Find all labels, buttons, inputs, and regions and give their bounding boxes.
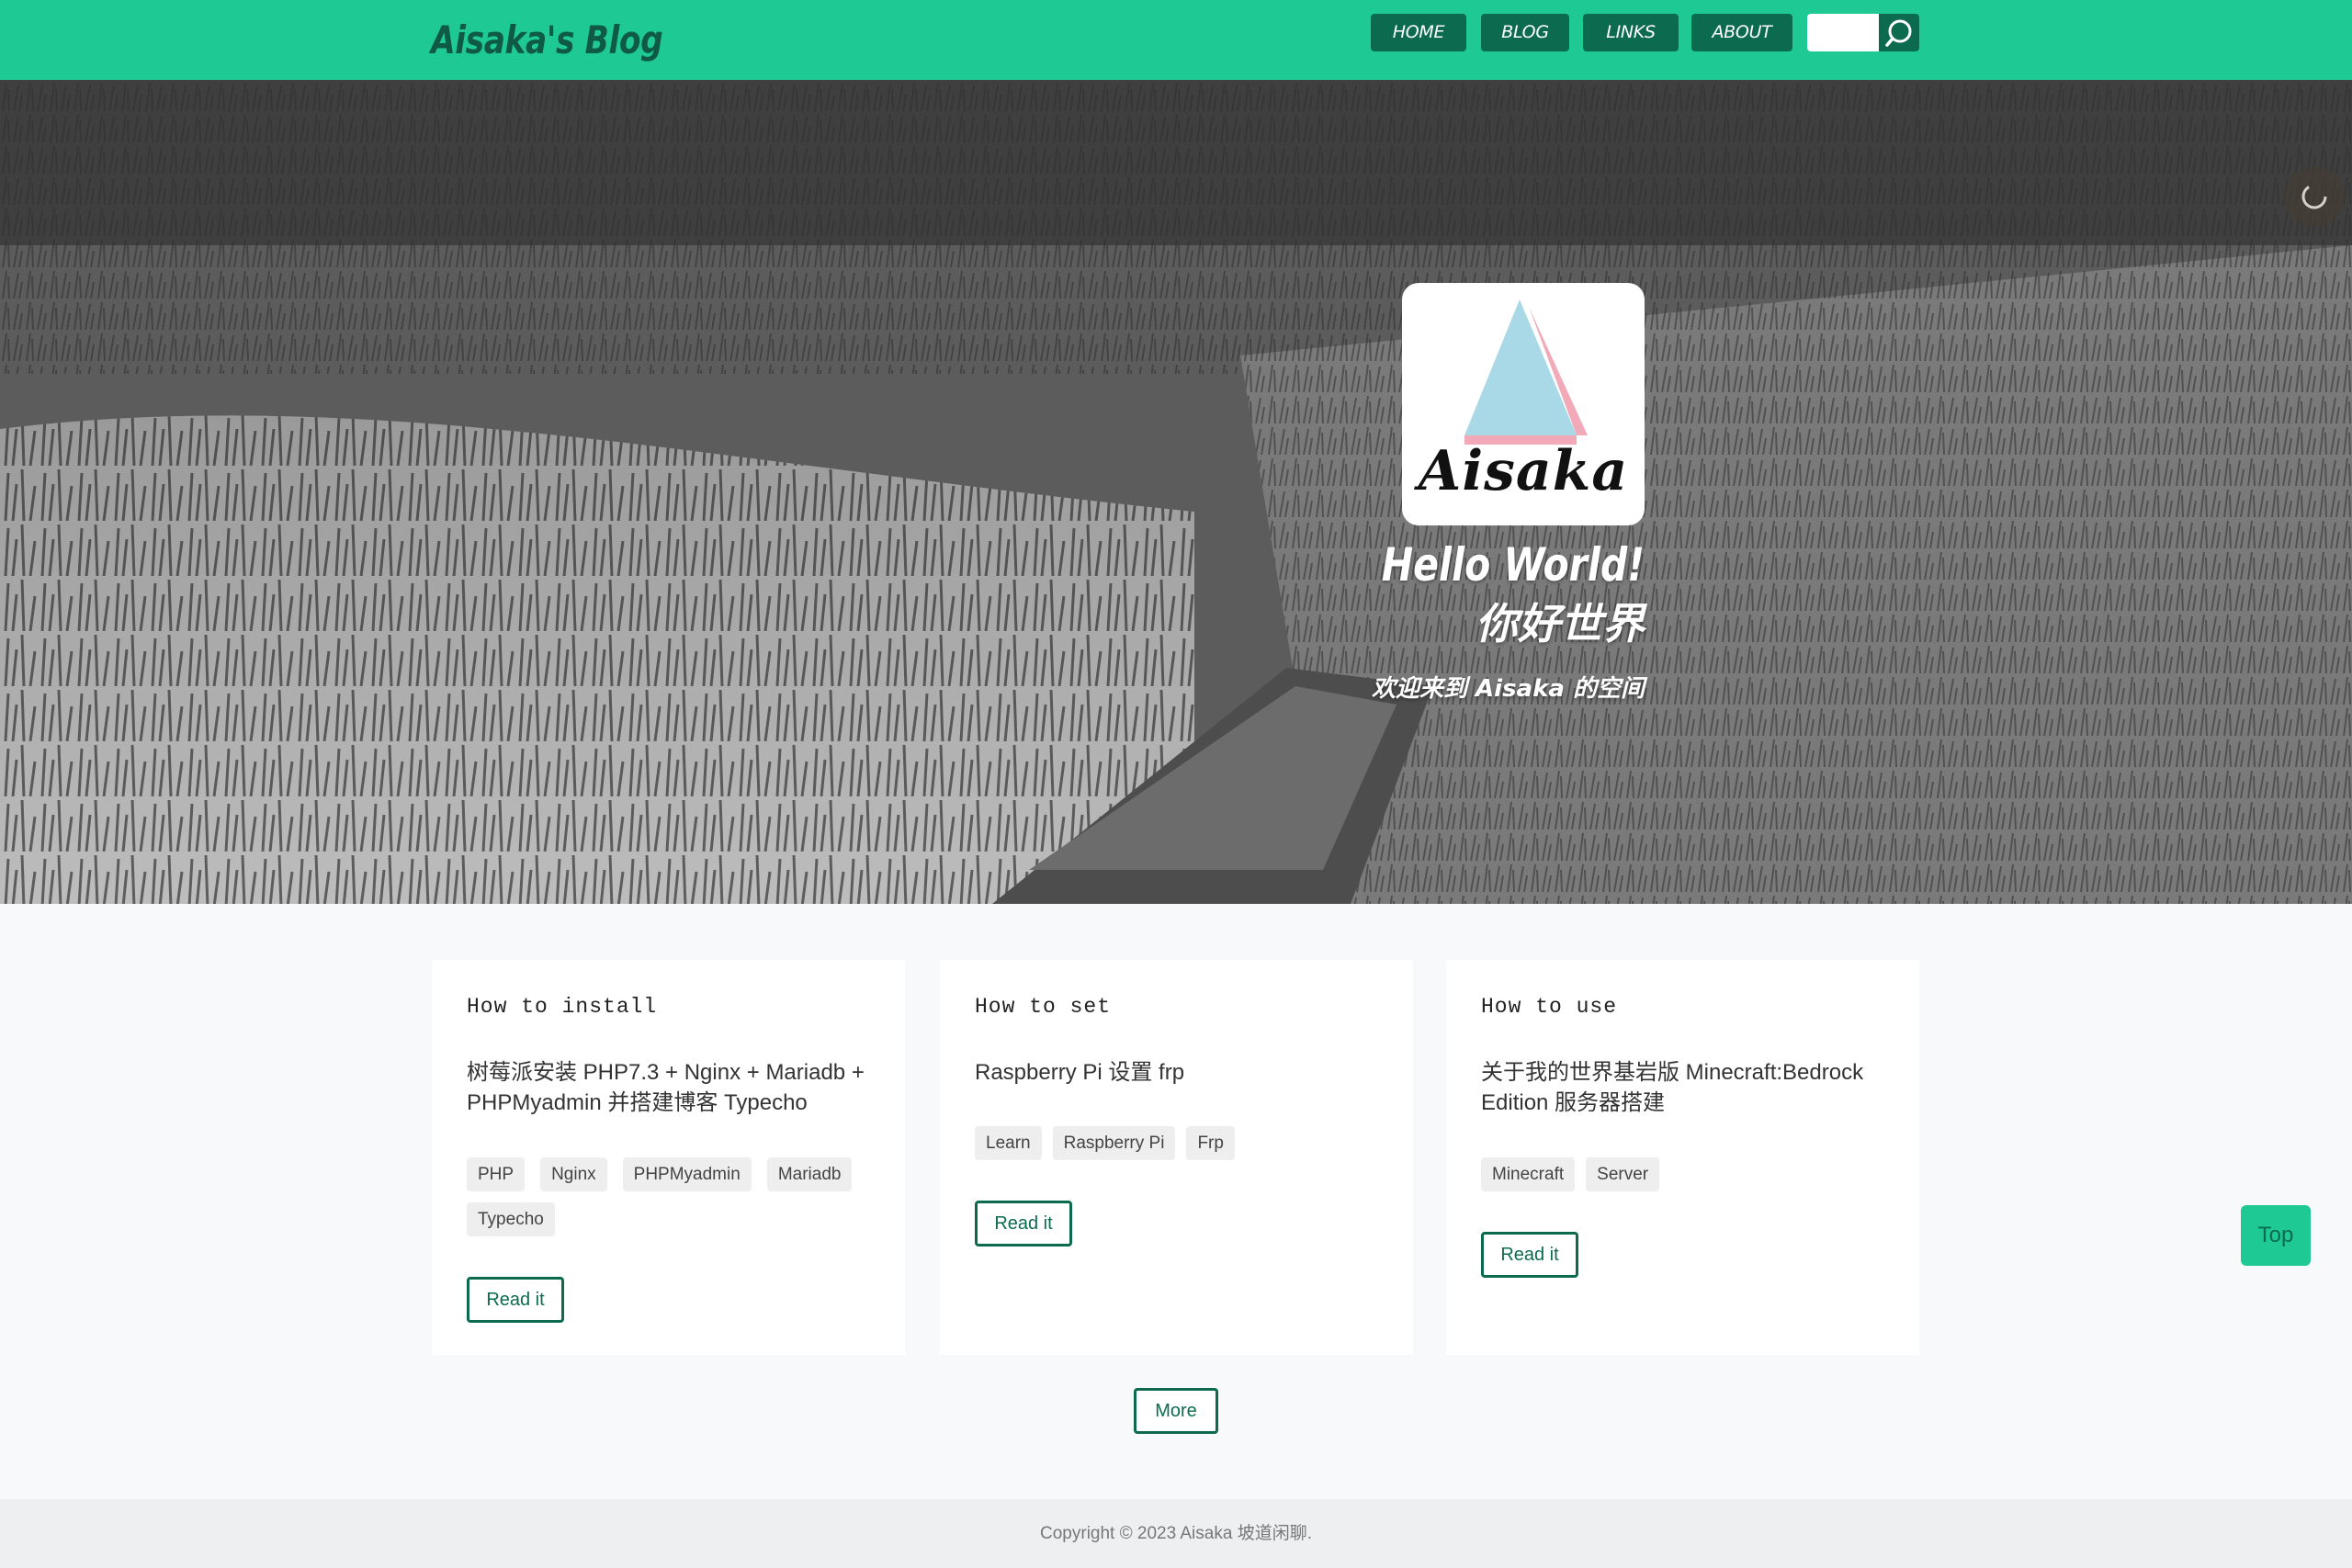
tag-raspberry-pi[interactable]: Raspberry Pi [1052,1126,1176,1160]
tag-php[interactable]: PHP [467,1157,526,1191]
nav-links-button[interactable]: LINKS [1583,14,1679,51]
site-brand[interactable]: Aisaka's Blog [431,13,663,68]
top-navbar: Aisaka's Blog HOME BLOG LINKS ABOUT [0,0,2352,80]
post-title[interactable]: 树莓派安装 PHP7.3 + Nginx + Mariadb + PHPMyad… [467,1057,880,1118]
post-tags: Minecraft Server [1481,1157,1904,1202]
post-kicker: How to install [467,995,658,1019]
read-it-button[interactable]: Read it [1481,1232,1578,1278]
read-it-button[interactable]: Read it [467,1277,564,1323]
post-tags: PHP Nginx PHPMyadmin Mariadb Typecho [467,1157,889,1247]
hero-title-english: Hello World! [1381,538,1645,592]
post-title[interactable]: 关于我的世界基岩版 Minecraft:Bedrock Edition 服务器搭… [1481,1057,1894,1118]
tag-nginx[interactable]: Nginx [540,1157,607,1191]
hero-title-chinese: 你好世界 [1476,599,1645,649]
music-player-button[interactable] [2284,166,2345,227]
nav-blog-button[interactable]: BLOG [1481,14,1569,51]
post-card: How to install 树莓派安装 PHP7.3 + Nginx + Ma… [432,960,905,1355]
hero-background-image [0,80,2352,904]
tag-phpmyadmin[interactable]: PHPMyadmin [622,1157,752,1191]
copyright-text: Copyright © 2023 Aisaka 坡道闲聊. [1040,1524,1312,1543]
spinner-icon [2301,184,2327,209]
tag-mariadb[interactable]: Mariadb [766,1157,853,1191]
hero-subtitle: 欢迎来到 Aisaka 的空间 [1372,675,1645,703]
post-kicker: How to set [975,995,1112,1019]
tag-server[interactable]: Server [1586,1157,1660,1191]
footer: Copyright © 2023 Aisaka 坡道闲聊. [0,1499,2352,1568]
tag-learn[interactable]: Learn [975,1126,1042,1160]
tag-minecraft[interactable]: Minecraft [1481,1157,1576,1191]
search-input[interactable] [1807,14,1879,51]
hero-banner: Aisaka Hello World! 你好世界 欢迎来到 Aisaka 的空间 [0,80,2352,904]
post-card: How to use 关于我的世界基岩版 Minecraft:Bedrock E… [1446,960,1919,1355]
site-logo: Aisaka [1402,283,1645,525]
more-button[interactable]: More [1134,1388,1218,1434]
logo-text: Aisaka [1418,439,1629,503]
post-kicker: How to use [1481,995,1618,1019]
tag-frp[interactable]: Frp [1186,1126,1235,1160]
nav-home-button[interactable]: HOME [1371,14,1466,51]
back-to-top-button[interactable]: Top [2241,1205,2311,1266]
search-button[interactable] [1879,14,1919,51]
search-icon [1885,19,1912,47]
post-card: How to set Raspberry Pi 设置 frp Learn Rasp… [940,960,1413,1355]
nav-about-button[interactable]: ABOUT [1691,14,1792,51]
post-tags: Learn Raspberry Pi Frp [975,1126,1397,1171]
post-title[interactable]: Raspberry Pi 设置 frp [975,1057,1388,1088]
tag-typecho[interactable]: Typecho [467,1202,555,1236]
read-it-button[interactable]: Read it [975,1201,1072,1247]
